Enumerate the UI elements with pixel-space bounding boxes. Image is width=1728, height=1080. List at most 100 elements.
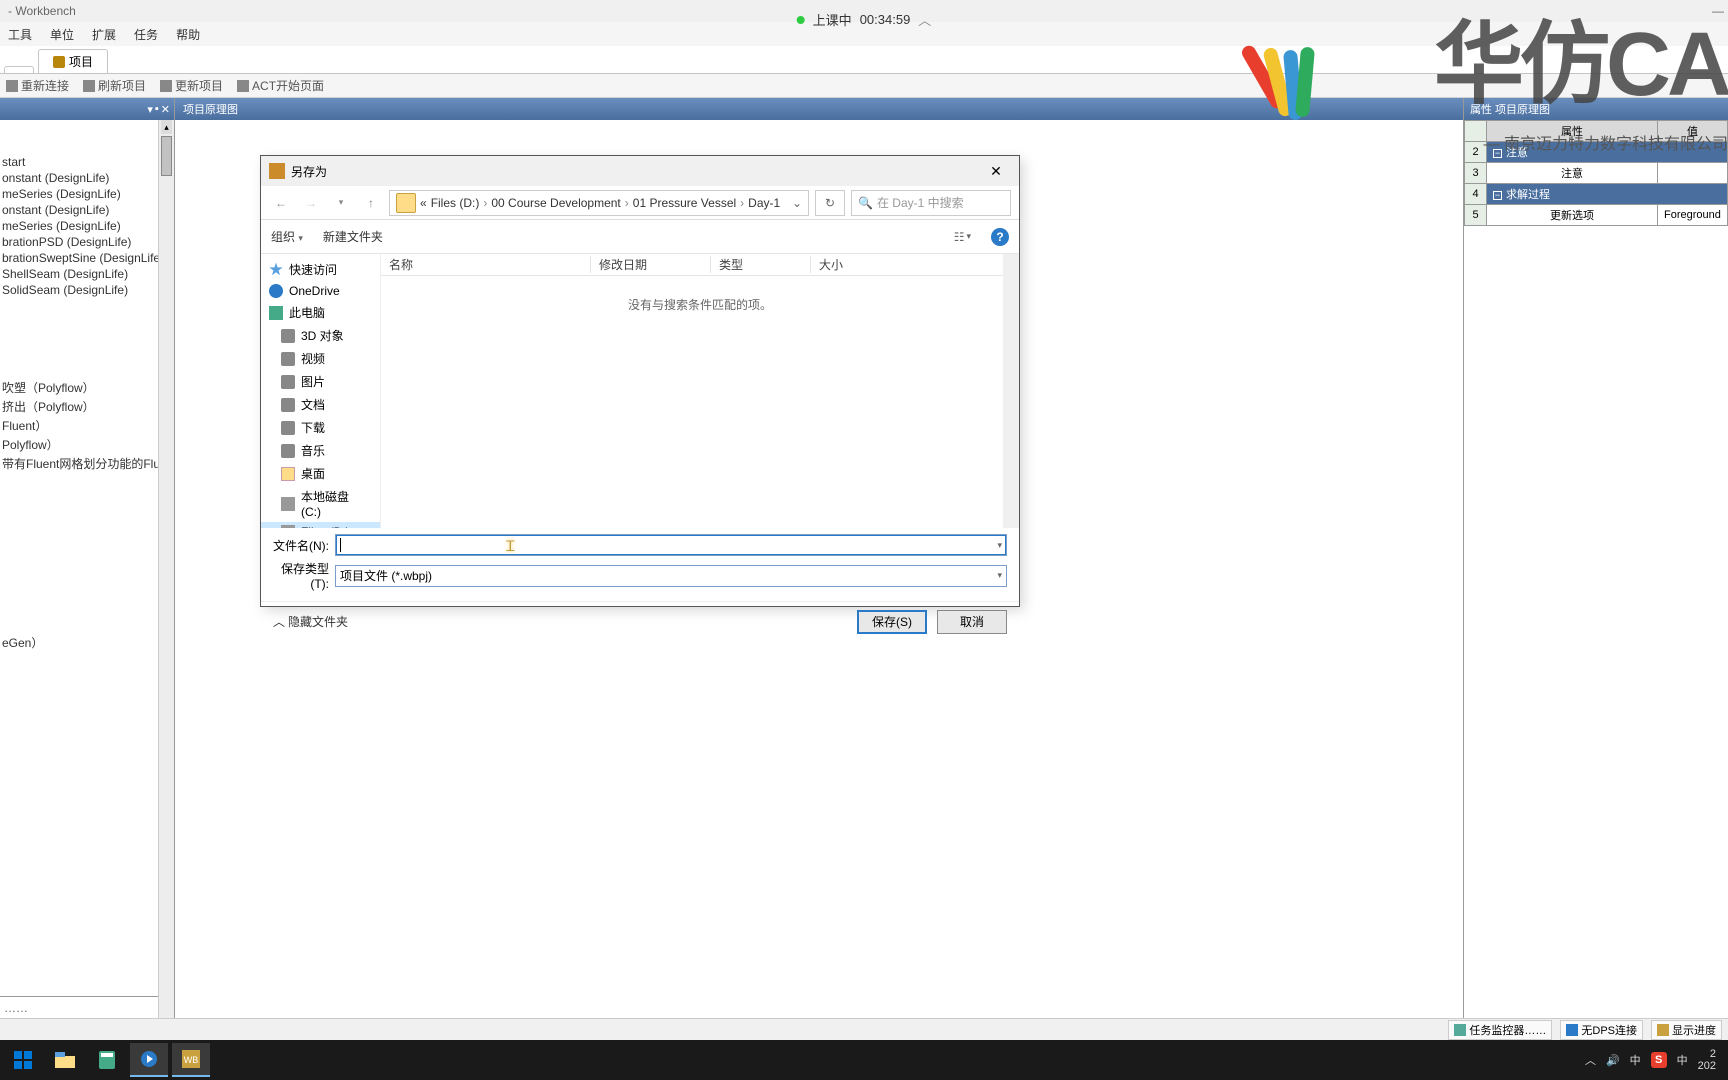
panel-pin-icon[interactable]: ▾: [147, 103, 153, 116]
refresh-button[interactable]: ↻: [815, 190, 845, 216]
tree-item[interactable]: brationSweptSine (DesignLife): [2, 250, 172, 266]
status-no-dps[interactable]: 无DPS连接: [1560, 1020, 1643, 1040]
tray-date[interactable]: 2202: [1698, 1048, 1716, 1072]
panel-dropdown-icon[interactable]: ▪: [155, 103, 159, 115]
taskbar-app1-icon[interactable]: [130, 1043, 168, 1077]
tree-item[interactable]: brationPSD (DesignLife): [2, 234, 172, 250]
nav-back-icon[interactable]: ←: [269, 196, 293, 210]
tree-item[interactable]: Polyflow）: [2, 435, 172, 454]
col-name[interactable]: 名称: [381, 256, 591, 273]
sidebar-item[interactable]: 快速访问: [261, 258, 380, 281]
tree-item[interactable]: ShellSeam (DesignLife): [2, 266, 172, 282]
menu-tools[interactable]: 工具: [8, 26, 32, 43]
dialog-titlebar[interactable]: 另存为 ✕: [261, 156, 1019, 186]
menu-help[interactable]: 帮助: [176, 26, 200, 43]
chevron-up-icon[interactable]: ︿: [918, 10, 931, 29]
properties-grid[interactable]: 属性值 2−注意 3注意 4−求解过程 5更新选项Foreground: [1464, 120, 1728, 226]
tree-item[interactable]: Fluent）: [2, 416, 172, 435]
tb-refresh-project[interactable]: 刷新项目: [83, 77, 146, 94]
address-dropdown-icon[interactable]: ⌄: [792, 196, 802, 210]
col-date[interactable]: 修改日期: [591, 256, 711, 273]
taskbar-explorer-icon[interactable]: [46, 1043, 84, 1077]
toolbox-scrollbar[interactable]: ▴ ▾: [158, 120, 174, 1040]
filename-input[interactable]: Ꮖ ▾: [335, 534, 1007, 556]
search-input[interactable]: 🔍 在 Day-1 中搜索: [851, 190, 1011, 216]
windows-taskbar[interactable]: WB ︿ 🔊 中 S 中 2202: [0, 1040, 1728, 1080]
scroll-up-icon[interactable]: ▴: [161, 120, 172, 134]
filetype-select[interactable]: 项目文件 (*.wbpj) ▾: [335, 565, 1007, 587]
filetype-dropdown-icon[interactable]: ▾: [997, 570, 1002, 581]
sidebar-item[interactable]: OneDrive: [261, 281, 380, 301]
sidebar-item[interactable]: Files (D:): [261, 522, 380, 528]
tb-reconnect[interactable]: 重新连接: [6, 77, 69, 94]
menu-units[interactable]: 单位: [50, 26, 74, 43]
filename-dropdown-icon[interactable]: ▾: [997, 540, 1002, 551]
tree-item[interactable]: eGen）: [2, 633, 172, 652]
view-mode-button[interactable]: ☷ ▾: [954, 230, 971, 244]
new-folder-button[interactable]: 新建文件夹: [323, 228, 383, 245]
sidebar-item[interactable]: 文档: [261, 393, 380, 416]
nav-up-icon[interactable]: ↑: [359, 196, 383, 210]
tree-item[interactable]: onstant (DesignLife): [2, 202, 172, 218]
col-size[interactable]: 大小: [811, 256, 1019, 273]
save-button[interactable]: 保存(S): [857, 610, 927, 634]
sidebar-item[interactable]: 下载: [261, 416, 380, 439]
nav-forward-icon[interactable]: →: [299, 196, 323, 210]
organize-button[interactable]: 组织 ▾: [271, 228, 303, 245]
dialog-close-button[interactable]: ✕: [981, 163, 1011, 180]
minimize-button[interactable]: —: [1712, 4, 1724, 18]
sidebar-item[interactable]: 此电脑: [261, 301, 380, 324]
tray-sogou-icon[interactable]: S: [1651, 1052, 1667, 1068]
col-type[interactable]: 类型: [711, 256, 811, 273]
panel-close-icon[interactable]: ✕: [161, 103, 170, 116]
tray-lang[interactable]: 中: [1630, 1052, 1641, 1068]
tray-lang2[interactable]: 中: [1677, 1052, 1688, 1068]
tree-item[interactable]: meSeries (DesignLife): [2, 186, 172, 202]
tree-item[interactable]: onstant (DesignLife): [2, 170, 172, 186]
sidebar-item[interactable]: 音乐: [261, 439, 380, 462]
sidebar-item[interactable]: 视频: [261, 347, 380, 370]
collapse-icon[interactable]: −: [1493, 191, 1502, 200]
prop-group[interactable]: −注意: [1487, 142, 1728, 163]
tree-item[interactable]: 挤出（Polyflow）: [2, 397, 172, 416]
tree-item[interactable]: 带有Fluent网格划分功能的Fluent）: [2, 454, 172, 473]
toolbox-tree[interactable]: start onstant (DesignLife) meSeries (Des…: [0, 120, 174, 996]
tray-volume-icon[interactable]: 🔊: [1606, 1054, 1620, 1067]
nav-recent-icon[interactable]: ▾: [329, 197, 353, 208]
cloud-icon: [269, 284, 283, 298]
tb-act-start[interactable]: ACT开始页面: [237, 77, 324, 94]
hide-folders-button[interactable]: ︿隐藏文件夹: [273, 613, 348, 630]
tab-project[interactable]: 项目: [38, 49, 108, 73]
address-bar[interactable]: « Files (D:)› 00 Course Development› 01 …: [389, 190, 809, 216]
toolbox-filter-input[interactable]: ……: [0, 996, 174, 1018]
generic-icon: [281, 329, 295, 343]
taskbar-tray[interactable]: ︿ 🔊 中 S 中 2202: [1585, 1048, 1724, 1072]
file-list[interactable]: 名称 修改日期 类型 大小 没有与搜索条件匹配的项。: [381, 254, 1019, 528]
scroll-thumb[interactable]: [161, 136, 172, 176]
cancel-button[interactable]: 取消: [937, 610, 1007, 634]
menu-extensions[interactable]: 扩展: [92, 26, 116, 43]
collapse-icon[interactable]: −: [1493, 149, 1502, 158]
sidebar-item[interactable]: 本地磁盘 (C:): [261, 485, 380, 522]
taskbar-workbench-icon[interactable]: WB: [172, 1043, 210, 1077]
tb-update-project[interactable]: 更新项目: [160, 77, 223, 94]
sidebar-item[interactable]: 桌面: [261, 462, 380, 485]
sidebar-item[interactable]: 3D 对象: [261, 324, 380, 347]
taskbar-calc-icon[interactable]: [88, 1043, 126, 1077]
filelist-scrollbar[interactable]: [1003, 254, 1019, 528]
prop-group[interactable]: −求解过程: [1487, 184, 1728, 205]
tree-item[interactable]: meSeries (DesignLife): [2, 218, 172, 234]
prop-value[interactable]: Foreground: [1658, 205, 1728, 226]
status-show-progress[interactable]: 显示进度: [1651, 1020, 1722, 1040]
help-icon[interactable]: ?: [991, 228, 1009, 246]
menu-tasks[interactable]: 任务: [134, 26, 158, 43]
tray-chevron-icon[interactable]: ︿: [1585, 1052, 1596, 1068]
sidebar-item[interactable]: 图片: [261, 370, 380, 393]
tree-item[interactable]: SolidSeam (DesignLife): [2, 282, 172, 298]
tree-item[interactable]: 吹塑（Polyflow）: [2, 378, 172, 397]
status-task-monitor[interactable]: 任务监控器……: [1448, 1020, 1552, 1040]
prop-value[interactable]: [1658, 163, 1728, 184]
taskbar-start-icon[interactable]: [4, 1043, 42, 1077]
dialog-sidebar[interactable]: 快速访问OneDrive此电脑3D 对象视频图片文档下载音乐桌面本地磁盘 (C:…: [261, 254, 381, 528]
tree-item[interactable]: start: [2, 154, 172, 170]
